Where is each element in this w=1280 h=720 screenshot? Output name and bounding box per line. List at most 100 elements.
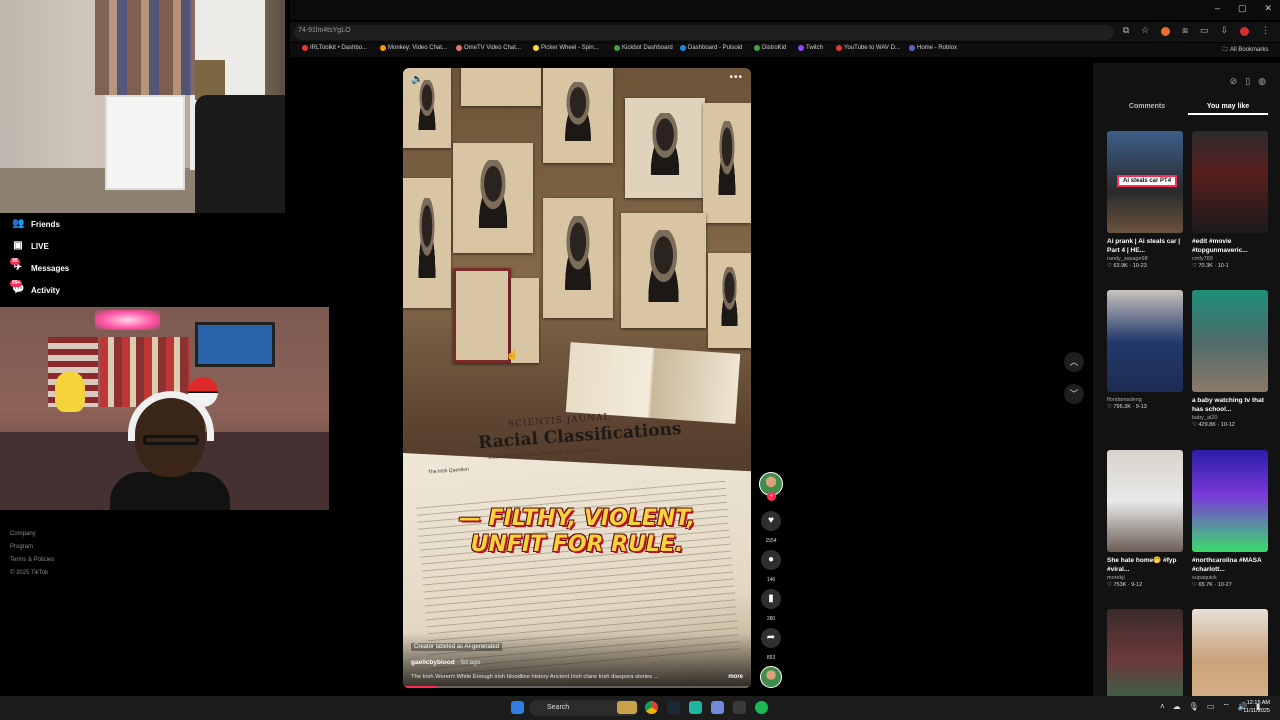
menu-icon[interactable]: ⋮ [1261,25,1270,36]
app-icon[interactable] [689,701,702,714]
profile-icon[interactable]: ◍ [1258,76,1266,87]
video-player[interactable]: SCIENTIS JAUNAL Racial Classifications E… [403,68,751,688]
block-icon[interactable]: ⊘ [1230,76,1238,87]
video-card[interactable]: She hate home🤭 #fyp #viral... morekji ♡ 75… [1107,450,1183,588]
video-thumbnail[interactable] [1192,609,1268,696]
windows-start-icon[interactable] [511,701,524,714]
video-card[interactable]: #northcarolina #MASA #charlott... supaqui… [1192,450,1268,588]
bookmark-item[interactable]: DistroKid [754,45,786,51]
video-card[interactable]: Ai steals car PT4 Ai prank | Ai steals ca… [1107,131,1183,269]
bookmark-item[interactable]: Dashboard - Pulsoid [680,45,742,51]
share-count: 853 [766,655,776,661]
progress-bar[interactable] [403,686,751,688]
star-icon[interactable]: ☆ [1141,25,1149,36]
install-icon[interactable]: ⧉ [1123,25,1129,36]
volume-icon[interactable]: 🔈 [411,74,423,85]
footer-company[interactable]: Company [10,528,54,541]
bookmark-item[interactable]: Kickbot Dashboard [614,45,673,51]
video-card[interactable] [1192,609,1268,696]
windows-taskbar: ⌕ Search ˄ ☁ 🎙 ▭ ⌔ 🔊 ▮ 12:15 AM 11/11/20… [0,696,1280,720]
address-bar[interactable]: 74-91lm4tsYgLO [294,25,1114,40]
nav-friends[interactable]: 👥 Friends [12,218,60,230]
messages-badge: 99 [10,258,20,265]
bookmark-item[interactable]: OmeTV Video Chat... [456,45,521,51]
bookmark-item[interactable]: Home - Roblox [909,45,957,51]
scroll-up-button[interactable]: ︿ [1064,352,1084,372]
video-thumbnail[interactable] [1192,131,1268,233]
video-thumbnail[interactable]: Ai steals car PT4 [1107,131,1183,233]
scroll-down-button[interactable]: ﹀ [1064,384,1084,404]
nav-live[interactable]: ▣ LIVE [12,240,49,252]
follow-plus-icon[interactable]: + [767,492,776,501]
tab-you-may-like[interactable]: You may like [1188,103,1268,115]
video-thumbnail[interactable] [1107,290,1183,392]
panel-tabs: Comments You may like [1093,103,1280,119]
friends-icon: 👥 [12,218,25,229]
footer-copyright: © 2025 TikTok [10,570,49,576]
tab-comments[interactable]: Comments [1107,103,1187,110]
extension-icon[interactable] [1161,27,1171,36]
video-author[interactable]: floridamadeng [1107,397,1183,403]
maximize-button[interactable]: ▢ [1238,3,1247,14]
steam-icon[interactable] [667,701,680,714]
footer-program[interactable]: Program [10,541,54,554]
bookmark-label: YouTube to WAV D... [844,45,900,51]
tab-search-icon[interactable]: ▭ [1200,25,1209,36]
download-icon[interactable]: ⇩ [1220,25,1228,36]
video-card[interactable] [1107,609,1183,696]
video-author[interactable]: baby_ai20 [1192,415,1268,421]
comment-icon: ● [767,554,775,565]
more-button[interactable]: more [728,674,743,680]
video-thumbnail[interactable] [1192,450,1268,552]
video-author[interactable]: supaquick [1192,575,1268,581]
video-thumbnail[interactable] [1192,290,1268,392]
share-button[interactable]: ➦ [761,628,781,648]
video-title: #edit #movie #topgunmaveric... [1192,238,1248,254]
video-card[interactable]: #edit #movie #topgunmaveric... cmfy789 ♡ 7… [1192,131,1268,269]
bookmark-item[interactable]: IRLToolkit • Dashbo... [302,45,367,51]
bookmark-item[interactable]: YouTube to WAV D... [836,45,900,51]
video-thumbnail[interactable] [1107,450,1183,552]
more-options-icon[interactable]: ••• [729,72,743,83]
chrome-icon[interactable] [645,701,658,714]
chevron-up-icon: ︿ [1069,357,1079,367]
nav-activity[interactable]: 💬 99+ Activity [10,280,60,296]
display-shelf [105,95,185,190]
spotify-icon[interactable] [755,701,768,714]
video-card[interactable]: a baby watching tv that has school... bab… [1192,290,1268,428]
mic-icon[interactable]: 🎙 [1189,702,1199,712]
cloud-icon[interactable]: ☁ [1173,702,1181,712]
music-disc-icon[interactable] [760,666,782,688]
nav-messages[interactable]: ✈ 99 Messages [10,258,69,274]
video-thumbnail[interactable] [1107,609,1183,696]
comment-button[interactable]: ● [761,550,781,570]
bookmark-label: Home - Roblox [917,45,958,51]
obs-icon[interactable] [733,701,746,714]
like-button[interactable]: ♥ [761,511,781,531]
video-description: The Irish Weren't White Enough irish blo… [411,674,659,680]
bookmark-item[interactable]: Picker Wheel - Spin... [533,45,599,51]
widgets-icon[interactable] [617,701,637,714]
wifi-icon[interactable]: ⌔ [1222,702,1230,712]
video-card[interactable]: floridamadeng ♡ 796.3K · 9-13 [1107,290,1183,410]
video-author[interactable]: morekji [1107,575,1183,581]
bookmark-item[interactable]: Monkey: Video Chat... [380,45,447,51]
author-name[interactable]: gaelicbyblood [411,659,455,666]
author-line[interactable]: gaelicbyblood · 5d ago [411,659,480,666]
display-icon[interactable]: ▭ [1207,702,1215,712]
profile-avatar[interactable] [1240,27,1249,36]
save-button[interactable]: ▮ [761,589,781,609]
chevron-down-icon: ﹀ [1069,389,1079,399]
minimize-button[interactable]: – [1215,3,1220,14]
clock[interactable]: 12:15 AM 11/11/2025 [1243,699,1270,715]
video-author[interactable]: randy_savage98 [1107,256,1183,262]
extensions-icon[interactable]: ⧈ [1182,25,1188,36]
all-bookmarks[interactable]: 🗀 All Bookmarks [1222,45,1268,55]
discord-icon[interactable] [711,701,724,714]
tray-chevron-icon[interactable]: ˄ [1160,702,1165,712]
phone-icon[interactable]: ▯ [1245,76,1250,87]
close-button[interactable]: ✕ [1264,3,1272,14]
video-author[interactable]: cmfy789 [1192,256,1268,262]
bookmark-item[interactable]: Twitch [798,45,823,51]
footer-terms[interactable]: Terms & Policies [10,554,54,567]
